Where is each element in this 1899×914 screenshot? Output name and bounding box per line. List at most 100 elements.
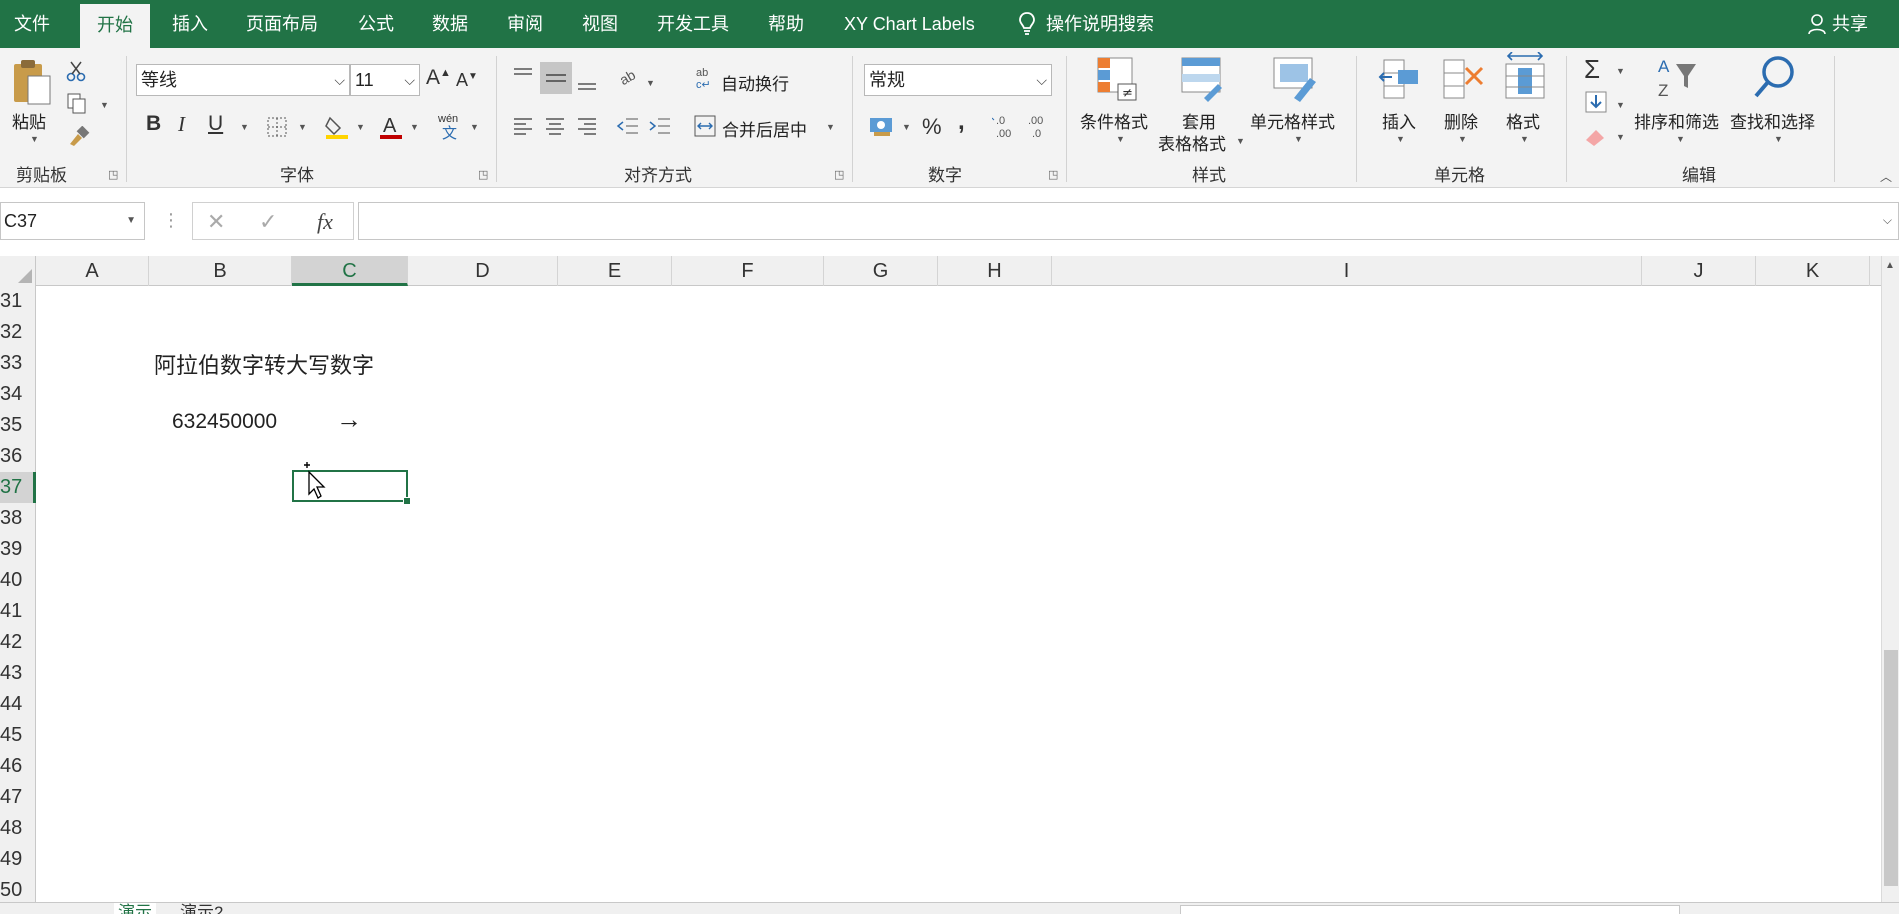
row-header[interactable]: 31 [0, 286, 36, 317]
copy-dropdown-icon[interactable]: ▼ [100, 100, 109, 110]
format-dropdown-icon[interactable]: ▼ [1520, 134, 1529, 144]
tab-developer[interactable]: 开发工具 [657, 0, 729, 48]
autosum-dropdown-icon[interactable]: ▼ [1616, 66, 1625, 76]
column-header[interactable]: G [824, 256, 938, 286]
font-color-dropdown-icon[interactable]: ▼ [410, 122, 419, 132]
column-header[interactable]: J [1642, 256, 1756, 286]
expand-formula-icon[interactable]: ⌵ [1883, 213, 1892, 228]
align-top-icon[interactable] [512, 66, 534, 86]
worksheet-grid[interactable]: A B C D E F G H I J K 31 32 33 34 35 36 … [0, 256, 1881, 902]
row-header[interactable]: 43 [0, 658, 36, 689]
cut-icon[interactable] [66, 60, 86, 82]
row-header[interactable]: 38 [0, 503, 36, 534]
column-header[interactable]: F [672, 256, 824, 286]
increase-decimal-icon[interactable]: .0.00 [992, 112, 1018, 140]
cell-styles-icon[interactable] [1272, 54, 1318, 102]
scroll-thumb[interactable] [1884, 650, 1898, 886]
find-select-button[interactable]: 查找和选择 [1730, 108, 1815, 133]
conditional-formatting-button[interactable]: 条件格式 [1080, 108, 1148, 133]
align-bottom-icon[interactable] [576, 72, 598, 92]
row-header[interactable]: 39 [0, 534, 36, 565]
tab-insert[interactable]: 插入 [172, 0, 208, 48]
cell-styles-dropdown-icon[interactable]: ▼ [1294, 134, 1303, 144]
decrease-decimal-icon[interactable]: .00.0 [1024, 112, 1050, 140]
row-header[interactable]: 32 [0, 317, 36, 348]
phonetic-dropdown-icon[interactable]: ▼ [470, 122, 479, 132]
font-name-combo[interactable]: 等线 ⌵ [136, 64, 350, 96]
row-header[interactable]: 44 [0, 689, 36, 720]
percent-button[interactable]: % [922, 114, 942, 140]
borders-dropdown-icon[interactable]: ▼ [298, 122, 307, 132]
delete-dropdown-icon[interactable]: ▼ [1458, 134, 1467, 144]
row-header[interactable]: 33 [0, 348, 36, 379]
column-header[interactable]: E [558, 256, 672, 286]
alignment-launcher-icon[interactable]: ◳ [834, 168, 844, 181]
vertical-scrollbar[interactable]: ▲ [1881, 256, 1899, 902]
find-select-icon[interactable] [1752, 54, 1798, 102]
row-header-selected[interactable]: 37 [0, 472, 36, 503]
wrap-text-button[interactable]: 自动换行 [721, 70, 789, 95]
enter-check-icon[interactable]: ✓ [259, 209, 277, 235]
column-header[interactable]: I [1052, 256, 1642, 286]
fill-color-icon[interactable] [324, 114, 350, 140]
paste-button[interactable] [12, 58, 54, 113]
tab-help[interactable]: 帮助 [768, 0, 804, 48]
merge-dropdown-icon[interactable]: ▼ [826, 122, 835, 132]
row-header[interactable]: 34 [0, 379, 36, 410]
orientation-dropdown-icon[interactable]: ▼ [646, 78, 655, 88]
comma-button[interactable]: , [958, 108, 965, 136]
fill-dropdown-icon[interactable]: ▼ [1616, 100, 1625, 110]
font-launcher-icon[interactable]: ◳ [478, 168, 488, 181]
accounting-format-icon[interactable] [868, 114, 896, 140]
formula-input[interactable]: ⌵ [358, 202, 1899, 240]
fill-color-dropdown-icon[interactable]: ▼ [356, 122, 365, 132]
row-header[interactable]: 36 [0, 441, 36, 472]
format-cells-button[interactable]: 格式 [1506, 108, 1540, 133]
merge-center-icon[interactable] [693, 114, 717, 138]
row-header[interactable]: 50 [0, 875, 36, 902]
clear-icon[interactable] [1584, 126, 1608, 148]
shrink-font-button[interactable]: A▼ [456, 70, 478, 91]
paste-dropdown-icon[interactable]: ▼ [30, 134, 39, 144]
delete-cells-button[interactable]: 删除 [1444, 108, 1478, 133]
number-format-combo[interactable]: 常规 ⌵ [864, 64, 1052, 96]
tab-page-layout[interactable]: 页面布局 [246, 0, 318, 48]
tab-home[interactable]: 开始 [80, 4, 150, 48]
column-header[interactable]: B [149, 256, 292, 286]
drag-handle-icon[interactable]: ⋮ [162, 210, 180, 231]
font-color-icon[interactable]: A [378, 114, 404, 140]
align-left-icon[interactable] [512, 116, 534, 136]
column-header-selected[interactable]: C [292, 256, 408, 286]
italic-button[interactable]: I [178, 112, 185, 137]
tab-view[interactable]: 视图 [582, 0, 618, 48]
sort-filter-button[interactable]: 排序和筛选 [1634, 108, 1719, 133]
format-as-table-line2[interactable]: 表格格式 [1158, 130, 1226, 155]
autosum-icon[interactable]: Σ [1584, 54, 1600, 85]
font-size-combo[interactable]: 11 ⌵ [350, 64, 420, 96]
tab-review[interactable]: 审阅 [507, 0, 543, 48]
share-button[interactable]: 共享 [1808, 0, 1868, 48]
decrease-indent-icon[interactable] [616, 116, 640, 136]
column-header[interactable]: H [938, 256, 1052, 286]
format-cells-icon[interactable] [1502, 52, 1548, 102]
align-middle-button[interactable] [540, 62, 572, 94]
row-header[interactable]: 47 [0, 782, 36, 813]
tab-formulas[interactable]: 公式 [358, 0, 394, 48]
format-table-dropdown-icon[interactable]: ▼ [1236, 136, 1245, 146]
align-center-icon[interactable] [544, 116, 566, 136]
insert-cells-button[interactable]: 插入 [1382, 108, 1416, 133]
collapse-ribbon-icon[interactable]: ︿ [1880, 168, 1892, 185]
cancel-icon[interactable]: ✕ [207, 209, 225, 235]
increase-indent-icon[interactable] [648, 116, 672, 136]
conditional-dropdown-icon[interactable]: ▼ [1116, 134, 1125, 144]
tab-xy-chart-labels[interactable]: XY Chart Labels [844, 0, 975, 48]
cell-c35[interactable]: → [336, 404, 362, 435]
accounting-dropdown-icon[interactable]: ▼ [902, 122, 911, 132]
bold-button[interactable]: B [146, 112, 161, 136]
sheet-tab-active[interactable]: 演示 [114, 903, 156, 914]
row-header[interactable]: 49 [0, 844, 36, 875]
borders-icon[interactable] [266, 116, 288, 138]
tab-data[interactable]: 数据 [432, 0, 468, 48]
phonetic-guide-icon[interactable]: wén 文 [436, 112, 462, 140]
insert-dropdown-icon[interactable]: ▼ [1396, 134, 1405, 144]
